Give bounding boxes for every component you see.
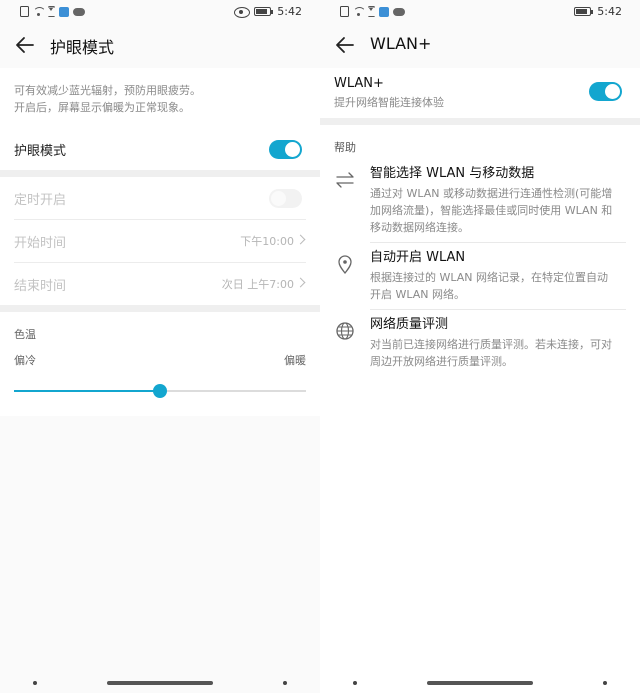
divider [370, 309, 626, 310]
nav-dot[interactable] [353, 681, 357, 685]
hourglass-icon [368, 6, 375, 17]
back-arrow-icon[interactable] [334, 34, 356, 56]
section-gap [0, 305, 320, 312]
nav-dot[interactable] [603, 681, 607, 685]
warm-label: 偏暖 [284, 354, 306, 367]
battery-icon [574, 7, 594, 16]
eye-comfort-screen: 5:42 护眼模式 可有效减少蓝光辐射，预防用眼疲劳。 开启后，屏幕显示偏暖为正… [0, 0, 320, 693]
help-item-description: 根据连接过的 WLAN 网络记录，在特定位置自动 开启 WLAN 网络。 [370, 271, 609, 301]
help-item-title: 网络质量评测 [370, 317, 449, 332]
wlan-plus-subtitle: 提升网络智能连接体验 [334, 96, 444, 109]
nav-dot[interactable] [283, 681, 287, 685]
color-temp-card: 色温 偏冷 偏暖 [0, 312, 320, 416]
schedule-card: 定时开启 开始时间 下午10:00 结束时间 次日 上午7:00 [0, 177, 320, 305]
schedule-toggle[interactable] [269, 188, 302, 208]
help-item-description: 通过对 WLAN 或移动数据进行连通性检测(可能增 加网络流量)，智能选择最佳或… [370, 187, 613, 234]
divider [370, 242, 626, 243]
app-header: 护眼模式 [0, 26, 320, 68]
help-item-title: 自动开启 WLAN [370, 250, 466, 265]
help-card: 帮助 智能选择 WLAN 与移动数据 通过对 WLAN 或移动数据进行连通性检测… [320, 125, 640, 693]
help-item-auto-wlan: 自动开启 WLAN 根据连接过的 WLAN 网络记录，在特定位置自动 开启 WL… [320, 249, 640, 310]
sim-icon [20, 6, 29, 17]
help-item-smart-select: 智能选择 WLAN 与移动数据 通过对 WLAN 或移动数据进行连通性检测(可能… [320, 165, 640, 243]
nav-dot[interactable] [33, 681, 37, 685]
wifi-icon [33, 6, 46, 17]
home-bar[interactable] [107, 681, 213, 685]
end-time-value: 次日 上午7:00 [221, 278, 294, 291]
status-bar: 5:42 [320, 0, 640, 26]
system-nav-bar [320, 678, 640, 688]
color-temp-scale: 偏冷 偏暖 [0, 342, 320, 370]
home-bar[interactable] [427, 681, 533, 685]
wlan-plus-toggle[interactable] [589, 82, 622, 101]
eye-icon [234, 7, 251, 18]
color-temp-slider[interactable] [14, 376, 306, 406]
wlan-plus-label: WLAN+ [334, 76, 384, 91]
end-time-row[interactable]: 结束时间 次日 上午7:00 [0, 263, 320, 305]
eye-mode-label: 护眼模式 [14, 143, 67, 159]
section-gap [0, 170, 320, 177]
eye-mode-toggle[interactable] [269, 139, 302, 159]
status-time: 5:42 [597, 5, 622, 18]
help-item-title: 智能选择 WLAN 与移动数据 [370, 166, 535, 181]
back-arrow-icon[interactable] [14, 34, 36, 56]
swap-arrows-icon [336, 172, 354, 188]
wlan-plus-row[interactable]: WLAN+ 提升网络智能连接体验 [320, 68, 640, 118]
chevron-right-icon [295, 277, 306, 288]
cloud-icon [73, 7, 85, 16]
schedule-row[interactable]: 定时开启 [0, 177, 320, 219]
start-time-label: 开始时间 [14, 235, 67, 251]
cold-label: 偏冷 [14, 354, 36, 367]
eye-mode-card: 可有效减少蓝光辐射，预防用眼疲劳。 开启后，屏幕显示偏暖为正常现象。 护眼模式 [0, 68, 320, 170]
status-time: 5:42 [277, 5, 302, 18]
chevron-right-icon [295, 234, 306, 245]
color-temp-label: 色温 [14, 328, 36, 341]
page-title: 护眼模式 [50, 38, 115, 57]
wlan-plus-card: WLAN+ 提升网络智能连接体验 [320, 68, 640, 118]
start-time-row[interactable]: 开始时间 下午10:00 [0, 220, 320, 262]
help-item-quality: 网络质量评测 对当前已连接网络进行质量评测。若未连接，可对 周边开放网络进行质量… [320, 316, 640, 370]
app-notification-icon [379, 6, 389, 17]
battery-icon [254, 7, 274, 16]
slider-fill [14, 390, 160, 392]
wifi-icon [353, 6, 366, 17]
end-time-label: 结束时间 [14, 278, 67, 294]
start-time-value: 下午10:00 [240, 235, 294, 248]
help-section-label: 帮助 [334, 141, 356, 154]
cloud-icon [393, 7, 405, 16]
globe-icon [336, 322, 354, 340]
schedule-label: 定时开启 [14, 192, 67, 208]
page-title: WLAN+ [370, 34, 432, 53]
section-gap [320, 118, 640, 125]
location-pin-icon [338, 255, 352, 275]
eye-mode-description: 可有效减少蓝光辐射，预防用眼疲劳。 开启后，屏幕显示偏暖为正常现象。 [14, 84, 201, 114]
wlan-plus-screen: 5:42 WLAN+ WLAN+ 提升网络智能连接体验 帮助 智能选择 WLAN… [320, 0, 640, 693]
slider-thumb[interactable] [153, 384, 167, 398]
status-bar: 5:42 [0, 0, 320, 26]
system-nav-bar [0, 678, 320, 688]
eye-mode-row[interactable]: 护眼模式 [0, 128, 320, 170]
app-header: WLAN+ [320, 26, 640, 68]
app-notification-icon [59, 6, 69, 17]
sim-icon [340, 6, 349, 17]
help-item-description: 对当前已连接网络进行质量评测。若未连接，可对 周边开放网络进行质量评测。 [370, 338, 612, 368]
hourglass-icon [48, 6, 55, 17]
